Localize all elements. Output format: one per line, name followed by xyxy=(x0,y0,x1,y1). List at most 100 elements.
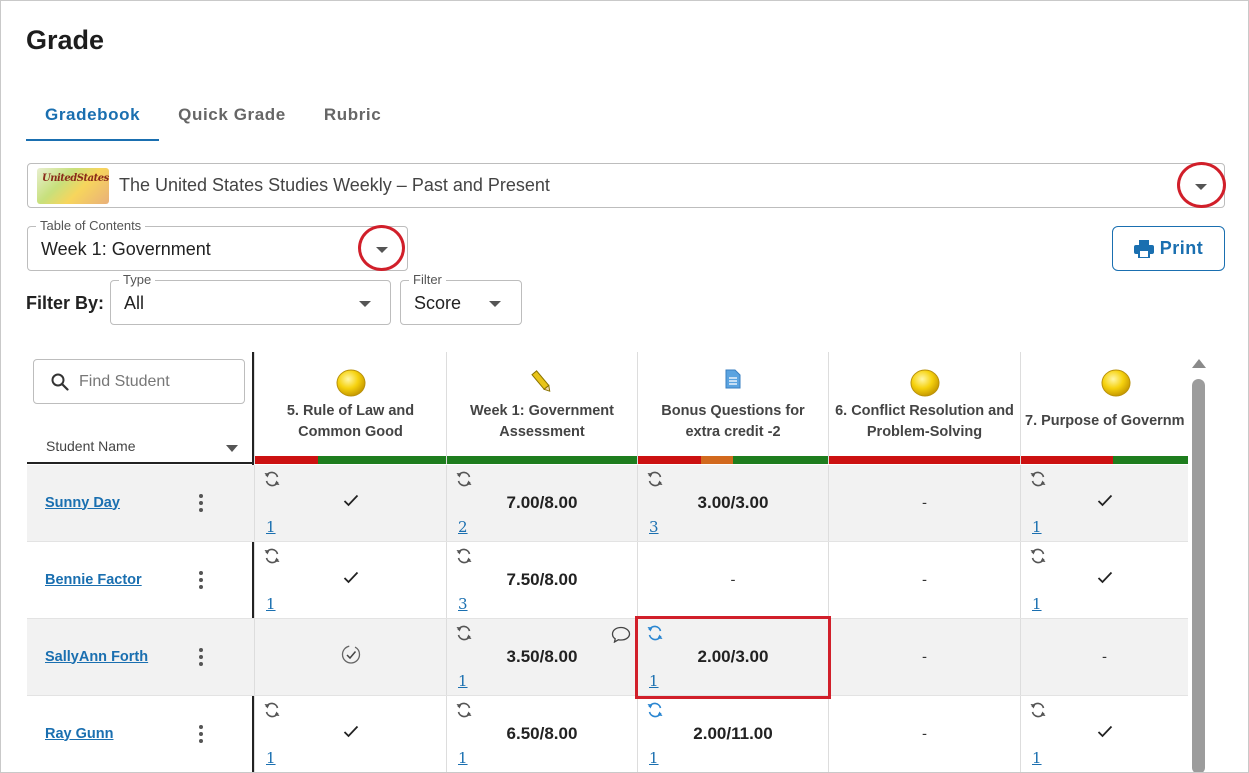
regrade-icon[interactable] xyxy=(455,625,473,646)
grade-cell[interactable]: 2.00/11.00 1 xyxy=(637,696,828,772)
scrollbar-thumb[interactable] xyxy=(1192,379,1205,772)
student-name-link[interactable]: SallyAnn Forth xyxy=(45,649,148,665)
type-select[interactable]: Type All xyxy=(110,272,391,325)
more-options-icon[interactable] xyxy=(197,647,205,667)
student-name-link[interactable]: Bennie Factor xyxy=(45,572,142,588)
sort-down-icon[interactable] xyxy=(226,445,238,452)
column-title: 5. Rule of Law and Common Good xyxy=(286,403,415,440)
print-button[interactable]: Print xyxy=(1112,226,1225,271)
column-header[interactable]: 6. Conflict Resolution and Problem-Solvi… xyxy=(828,352,1020,464)
grade-cell[interactable]: - xyxy=(828,542,1020,618)
grade-cell[interactable]: 7.00/8.00 2 xyxy=(446,465,637,541)
attempt-count-link[interactable]: 3 xyxy=(458,595,468,613)
regrade-icon[interactable] xyxy=(1029,548,1047,569)
highlight-circle xyxy=(1177,162,1226,208)
table-of-contents-value: Week 1: Government xyxy=(41,239,211,259)
regrade-icon[interactable] xyxy=(1029,702,1047,723)
course-name: The United States Studies Weekly – Past … xyxy=(119,175,550,195)
grade-cell[interactable] xyxy=(254,619,446,695)
grade-cell[interactable]: 7.50/8.00 3 xyxy=(446,542,637,618)
regrade-icon[interactable] xyxy=(646,471,664,492)
attempt-count-link[interactable]: 1 xyxy=(266,749,276,767)
grade-cell[interactable]: 1 xyxy=(254,465,446,541)
checkmark-icon xyxy=(1097,571,1113,589)
grade-cell[interactable]: 3.00/3.00 3 xyxy=(637,465,828,541)
find-student-search[interactable] xyxy=(33,359,245,404)
regrade-icon[interactable] xyxy=(263,548,281,569)
column-header[interactable]: Week 1: Government Assessment xyxy=(446,352,637,464)
regrade-icon[interactable] xyxy=(646,702,664,723)
course-select[interactable]: UnitedStates The United States Studies W… xyxy=(27,163,1225,208)
coin-icon xyxy=(1101,369,1131,402)
grade-cell[interactable]: - xyxy=(637,542,828,618)
student-name-link[interactable]: Sunny Day xyxy=(45,495,120,511)
coin-icon xyxy=(336,369,366,402)
score-filter-select[interactable]: Filter Score xyxy=(400,272,522,325)
search-input[interactable] xyxy=(79,372,229,391)
tab-rubric[interactable]: Rubric xyxy=(305,93,400,141)
type-value: All xyxy=(124,293,145,313)
more-options-icon[interactable] xyxy=(197,493,205,513)
filter-label: Filter xyxy=(409,272,446,288)
regrade-icon[interactable] xyxy=(1029,471,1047,492)
checkmark-icon xyxy=(343,725,359,743)
grade-cell[interactable]: 1 xyxy=(1020,696,1188,772)
regrade-icon[interactable] xyxy=(263,702,281,723)
grade-cell[interactable]: - xyxy=(828,465,1020,541)
grade-cell[interactable]: - xyxy=(1020,619,1188,695)
student-name-header: Student Name xyxy=(46,438,136,454)
regrade-icon[interactable] xyxy=(455,702,473,723)
attempt-count-link[interactable]: 1 xyxy=(1032,518,1042,536)
column-header[interactable]: Bonus Questions for extra credit -2 xyxy=(637,352,828,464)
tab-gradebook[interactable]: Gradebook xyxy=(26,93,160,141)
table-row: Bennie Factor 1 7.50/8.00 3 - - 1 xyxy=(27,542,1188,619)
column-header[interactable]: 7. Purpose of Governme xyxy=(1020,352,1188,464)
score-value: 7.50/8.00 xyxy=(506,570,578,589)
performance-bar xyxy=(255,456,446,464)
chevron-down-icon[interactable] xyxy=(489,301,501,307)
column-header[interactable]: 5. Rule of Law and Common Good xyxy=(254,352,446,464)
grade-cell[interactable]: 1 xyxy=(1020,542,1188,618)
empty-score: - xyxy=(730,571,736,589)
tab-quick-grade[interactable]: Quick Grade xyxy=(159,93,305,141)
table-of-contents-select[interactable]: Table of Contents Week 1: Government xyxy=(27,218,408,271)
scroll-up-arrow[interactable] xyxy=(1192,359,1206,368)
score-value: 3.50/8.00 xyxy=(506,647,578,666)
attempt-count-link[interactable]: 3 xyxy=(649,518,659,536)
empty-score: - xyxy=(922,725,927,743)
regrade-icon[interactable] xyxy=(263,471,281,492)
empty-score: - xyxy=(922,648,927,666)
highlight-box xyxy=(635,616,831,699)
grade-cell[interactable]: 3.50/8.00 1 xyxy=(446,619,637,695)
performance-bar xyxy=(447,456,637,464)
attempt-count-link[interactable]: 1 xyxy=(649,749,659,767)
attempt-count-link[interactable]: 1 xyxy=(1032,595,1042,613)
more-options-icon[interactable] xyxy=(197,724,205,744)
grade-cell[interactable]: 1 xyxy=(254,542,446,618)
grade-cell[interactable]: 6.50/8.00 1 xyxy=(446,696,637,772)
submitted-check-icon xyxy=(341,645,361,670)
performance-bar xyxy=(1021,456,1188,464)
attempt-count-link[interactable]: 2 xyxy=(458,518,468,536)
attempt-count-link[interactable]: 1 xyxy=(458,749,468,767)
grade-cell[interactable]: - xyxy=(828,619,1020,695)
regrade-icon[interactable] xyxy=(455,548,473,569)
grade-cell[interactable]: 1 xyxy=(1020,465,1188,541)
attempt-count-link[interactable]: 1 xyxy=(458,672,468,690)
checkmark-icon xyxy=(1097,725,1113,743)
table-row: Ray Gunn 1 6.50/8.00 1 2.00/11.00 1 - 1 xyxy=(27,696,1188,772)
column-title: 7. Purpose of Governme xyxy=(1025,413,1184,429)
chevron-down-icon[interactable] xyxy=(359,301,371,307)
grade-cell[interactable]: 1 xyxy=(254,696,446,772)
table-row: SallyAnn Forth 3.50/8.00 1 2.00/3.00 1- - xyxy=(27,619,1188,696)
tab-bar: Gradebook Quick Grade Rubric xyxy=(26,93,400,141)
comment-icon[interactable] xyxy=(611,626,631,648)
grade-cell[interactable]: - xyxy=(828,696,1020,772)
student-name-link[interactable]: Ray Gunn xyxy=(45,726,113,742)
regrade-icon[interactable] xyxy=(455,471,473,492)
more-options-icon[interactable] xyxy=(197,570,205,590)
score-value: 3.00/3.00 xyxy=(697,493,769,512)
attempt-count-link[interactable]: 1 xyxy=(266,595,276,613)
attempt-count-link[interactable]: 1 xyxy=(266,518,276,536)
attempt-count-link[interactable]: 1 xyxy=(1032,749,1042,767)
